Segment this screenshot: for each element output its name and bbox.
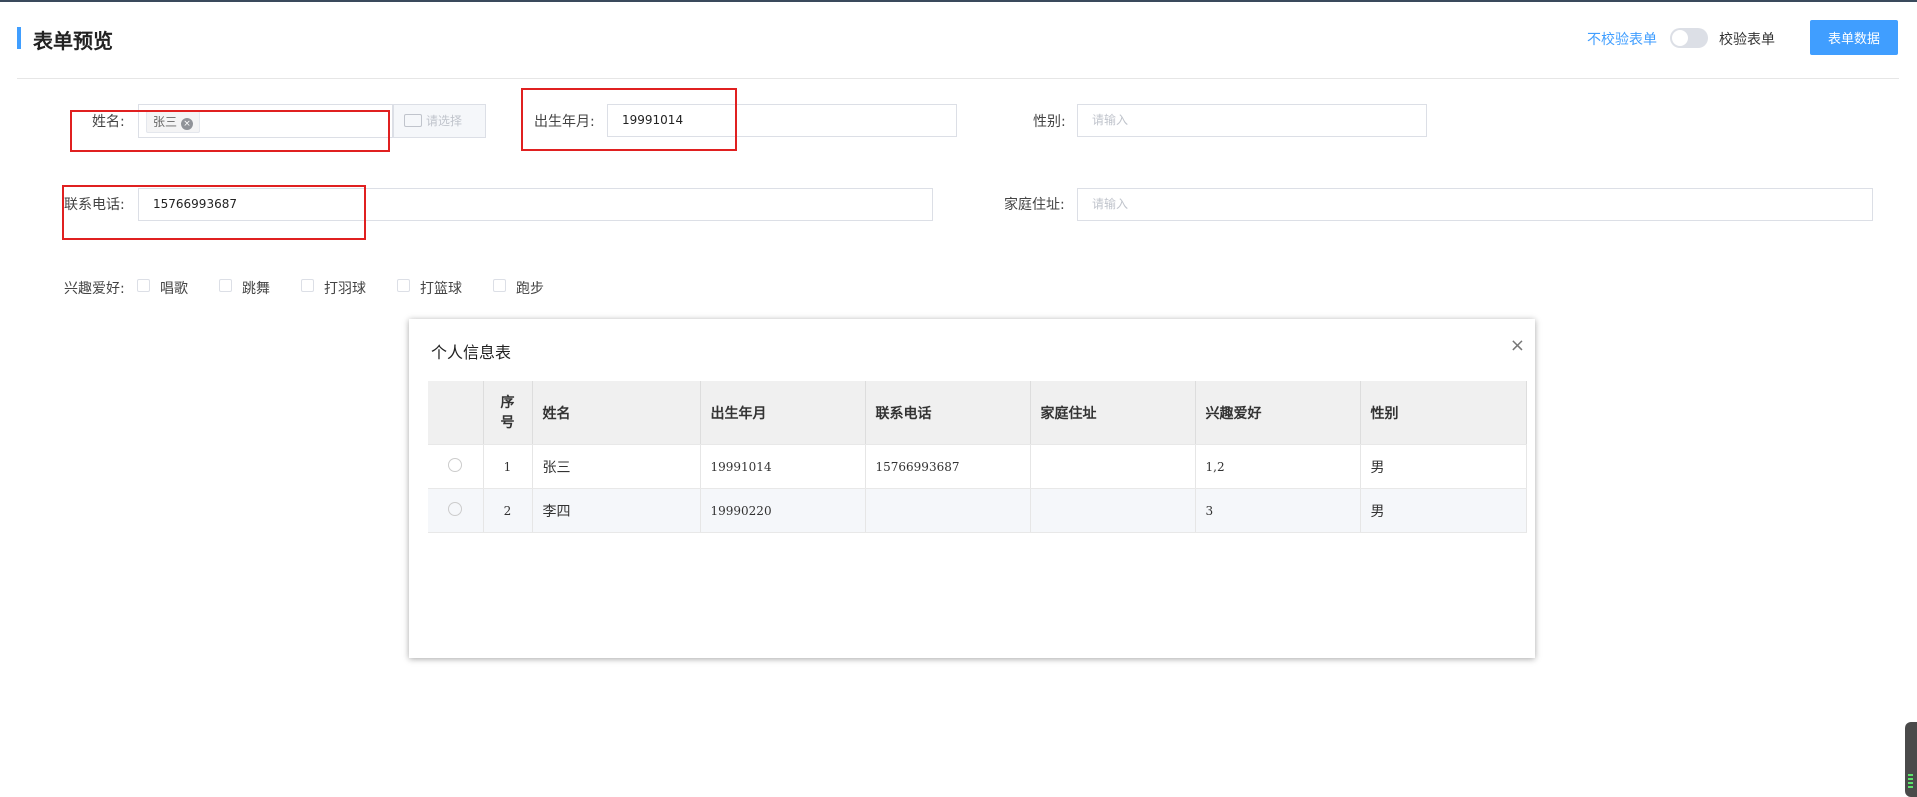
checkbox-badminton[interactable] (301, 279, 314, 292)
close-icon[interactable]: × (1510, 335, 1525, 356)
row-name: 张三 (532, 444, 701, 489)
select-button-label: 请选择 (426, 114, 463, 128)
side-widget[interactable] (1905, 722, 1917, 797)
row-hobbies: 3 (1195, 488, 1361, 533)
info-table: 序号 姓名 出生年月 联系电话 家庭住址 兴趣爱好 性别 1 张三 199910… (428, 381, 1527, 533)
row-phone (865, 488, 1031, 533)
hobbies-label: 兴趣爱好: (64, 281, 125, 297)
row-radio[interactable] (448, 502, 463, 516)
checkbox-sing[interactable] (137, 279, 150, 292)
row-radio-cell[interactable] (428, 444, 484, 489)
row-radio[interactable] (448, 458, 463, 472)
checkbox-label-dance[interactable]: 跳舞 (242, 278, 270, 298)
gender-input[interactable]: 请输入 (1077, 104, 1427, 137)
checkbox-label-running[interactable]: 跑步 (516, 278, 544, 298)
checkbox-dance[interactable] (219, 279, 232, 292)
header-no: 序号 (483, 381, 533, 445)
header-name: 姓名 (532, 381, 701, 445)
address-input[interactable]: 请输入 (1077, 188, 1873, 221)
validate-switch[interactable] (1670, 28, 1708, 48)
widget-indicator (1908, 774, 1913, 776)
row-address (1030, 488, 1196, 533)
personal-info-dialog: 个人信息表 × 序号 姓名 出生年月 联系电话 家庭住址 兴趣爱好 性别 1 张… (409, 319, 1535, 658)
row-gender: 男 (1360, 444, 1527, 489)
widget-indicator (1908, 786, 1913, 788)
page-title: 表单预览 (33, 29, 113, 53)
title-accent-bar (17, 27, 21, 49)
checkbox-label-sing[interactable]: 唱歌 (160, 278, 188, 298)
top-border (0, 0, 1917, 2)
row-birth: 19990220 (700, 488, 866, 533)
checkbox-basketball[interactable] (397, 279, 410, 292)
header-select (428, 381, 484, 445)
table-row[interactable]: 1 张三 19991014 15766993687 1,2 男 (428, 444, 1527, 489)
header-birth: 出生年月 (700, 381, 866, 445)
table-header-row: 序号 姓名 出生年月 联系电话 家庭住址 兴趣爱好 性别 (428, 381, 1527, 445)
row-phone: 15766993687 (865, 444, 1031, 489)
switch-knob (1672, 30, 1688, 46)
row-gender: 男 (1360, 488, 1527, 533)
checkbox-label-basketball[interactable]: 打篮球 (420, 278, 462, 298)
header-gender: 性别 (1360, 381, 1527, 445)
row-name: 李四 (532, 488, 701, 533)
widget-indicator (1908, 778, 1913, 780)
message-icon (404, 114, 422, 127)
header-divider (17, 78, 1899, 79)
checkbox-label-badminton[interactable]: 打羽球 (324, 278, 366, 298)
dialog-title: 个人信息表 (431, 343, 512, 362)
highlight-box-name (70, 110, 390, 152)
header-address: 家庭住址 (1030, 381, 1196, 445)
validate-label[interactable]: 校验表单 (1719, 29, 1775, 49)
row-radio-cell[interactable] (428, 488, 484, 533)
address-label: 家庭住址: (1004, 197, 1065, 213)
row-hobbies: 1,2 (1195, 444, 1361, 489)
row-address (1030, 444, 1196, 489)
form-data-button[interactable]: 表单数据 (1810, 20, 1898, 55)
header-no-text: 序号 (500, 394, 515, 431)
row-no: 1 (483, 444, 533, 489)
header-phone: 联系电话 (865, 381, 1031, 445)
highlight-box-phone (62, 185, 366, 240)
no-validate-label[interactable]: 不校验表单 (1587, 29, 1657, 49)
widget-indicator (1908, 782, 1913, 784)
header-hobbies: 兴趣爱好 (1195, 381, 1361, 445)
table-row[interactable]: 2 李四 19990220 3 男 (428, 488, 1527, 533)
highlight-box-birth (521, 88, 737, 151)
gender-label: 性别: (1033, 114, 1066, 130)
checkbox-running[interactable] (493, 279, 506, 292)
row-no: 2 (483, 488, 533, 533)
name-select-button[interactable]: 请选择 (393, 104, 486, 138)
row-birth: 19991014 (700, 444, 866, 489)
